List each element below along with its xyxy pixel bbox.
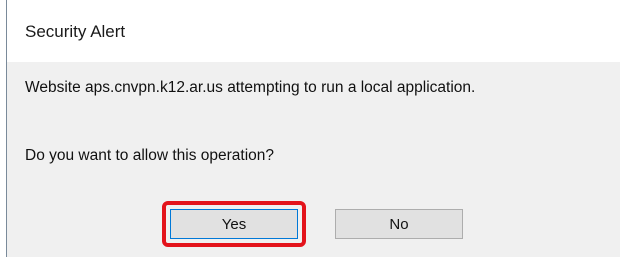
title-bar[interactable]: Security Alert [7, 0, 620, 62]
confirmation-question: Do you want to allow this operation? [25, 147, 275, 164]
dialog-title: Security Alert [25, 22, 126, 41]
alert-message: Website aps.cnvpn.k12.ar.us attempting t… [25, 79, 476, 96]
yes-button[interactable]: Yes [170, 209, 298, 239]
dialog-body: Website aps.cnvpn.k12.ar.us attempting t… [7, 62, 620, 257]
security-alert-dialog: Security Alert Website aps.cnvpn.k12.ar.… [0, 0, 620, 257]
no-button[interactable]: No [335, 209, 463, 239]
